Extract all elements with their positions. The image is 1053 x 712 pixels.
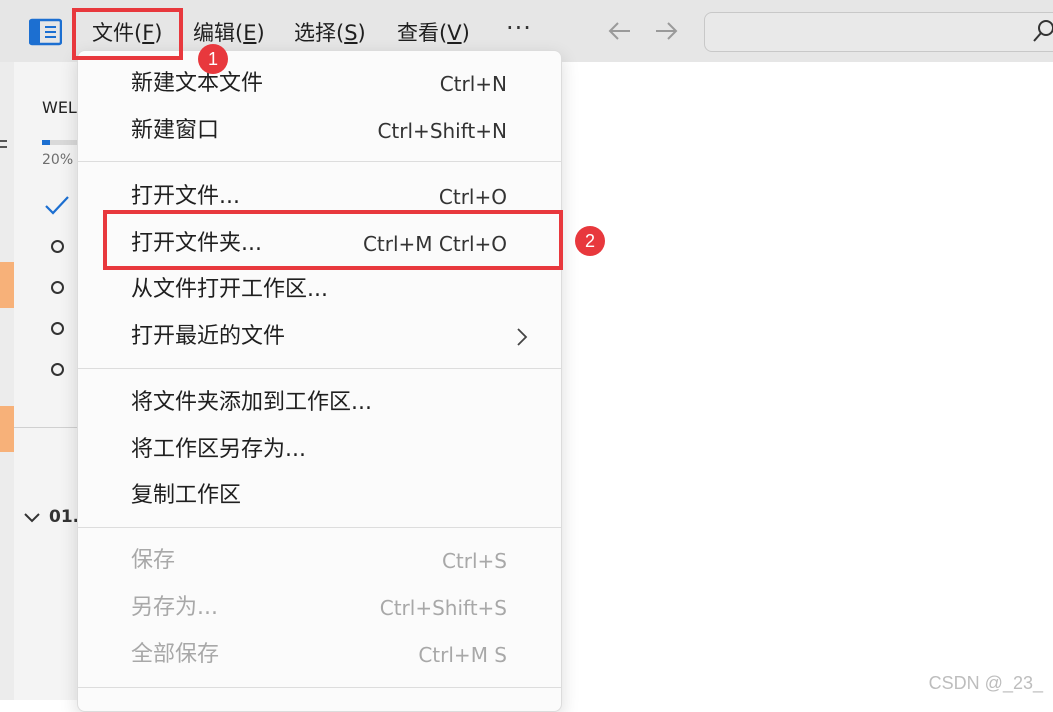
checkmark-icon [45,196,69,215]
menu-item-new-text-file[interactable]: 新建文本文件 Ctrl+N [78,62,561,106]
file-menu-dropdown: 新建文本文件 Ctrl+N 新建窗口 Ctrl+Shift+N 打开文件... … [77,50,562,712]
annotation-badge-1: 1 [198,44,228,74]
welcome-title: WEL [42,98,77,117]
menu-separator [78,161,561,162]
menu-edit-suffix: ) [256,21,265,45]
activity-highlight [0,262,14,308]
annotation-box-file-menu [72,8,183,60]
menu-item-label: 打开最近的文件 [131,324,286,349]
sidebar-toggle-icon[interactable] [29,18,62,46]
menu-item-label: 新建窗口 [131,118,220,143]
panel-menu-icon [0,146,7,148]
annotation-badge-2: 2 [575,226,605,256]
menu-item-shortcut: Ctrl+M S [418,643,507,667]
menu-selection-accel: S [344,21,358,45]
menu-item-add-folder-to-workspace[interactable]: 将文件夹添加到工作区... [78,381,561,425]
menu-view-label: 查看( [397,21,448,45]
menu-view-accel: V [447,21,462,45]
menu-item-label: 从文件打开工作区... [131,277,328,302]
menu-item-new-window[interactable]: 新建窗口 Ctrl+Shift+N [78,109,561,153]
menu-item-duplicate-workspace[interactable]: 复制工作区 [78,474,561,518]
menu-item-label: 将文件夹添加到工作区... [131,390,372,415]
menu-item-open-recent[interactable]: 打开最近的文件 [78,315,561,359]
section-label[interactable]: 01. [49,507,79,527]
menu-separator [78,527,561,528]
activity-bar [0,62,14,700]
menu-item-label: 保存 [131,548,176,573]
watermark: CSDN @_23_ [928,673,1043,693]
menu-item-shortcut: Ctrl+S [441,549,507,573]
menu-item-shortcut: Ctrl+Shift+S [379,596,507,620]
menu-item-label: 另存为... [131,595,218,620]
divider [14,427,78,428]
panel-menu-icon [0,140,7,142]
menu-edit-label: 编辑( [193,21,244,45]
menu-edit-accel: E [243,21,257,45]
menu-item-save-all: 全部保存 Ctrl+M S [78,633,561,677]
search-icon[interactable] [1032,18,1053,44]
progress-text: 20% [42,152,74,168]
menu-separator [78,368,561,369]
menu-item-label: 全部保存 [131,642,220,667]
menu-item-label: 复制工作区 [131,483,242,508]
command-center-search[interactable] [704,12,1053,52]
menu-item-shortcut: Ctrl+Shift+N [377,119,507,143]
menu-separator [78,687,561,688]
menu-item-label: 将工作区另存为... [131,437,306,462]
step-circle-icon[interactable] [51,281,64,294]
menu-selection-suffix: ) [357,21,366,45]
menu-item-save: 保存 Ctrl+S [78,539,561,583]
progress-fill [42,140,50,145]
menu-view-suffix: ) [461,21,470,45]
step-circle-icon[interactable] [51,363,64,376]
chevron-down-icon[interactable] [22,508,42,528]
step-circle-icon[interactable] [51,322,64,335]
chevron-right-icon [517,328,528,346]
menu-view[interactable]: 查看(V) [397,18,470,48]
activity-highlight [0,406,14,452]
menu-selection[interactable]: 选择(S) [294,18,366,48]
menu-selection-label: 选择( [294,21,345,45]
menu-item-save-as: 另存为... Ctrl+Shift+S [78,586,561,630]
back-arrow-icon[interactable] [606,17,634,45]
menu-item-save-workspace-as[interactable]: 将工作区另存为... [78,428,561,472]
step-circle-icon[interactable] [51,240,64,253]
forward-arrow-icon[interactable] [652,17,680,45]
annotation-box-open-folder [103,210,563,270]
menu-item-label: 新建文本文件 [131,71,264,96]
more-menu-button[interactable]: ··· [506,14,532,42]
menu-edit[interactable]: 编辑(E) [193,18,265,48]
menu-item-shortcut: Ctrl+N [439,72,507,96]
menu-item-open-workspace-from-file[interactable]: 从文件打开工作区... [78,268,561,312]
